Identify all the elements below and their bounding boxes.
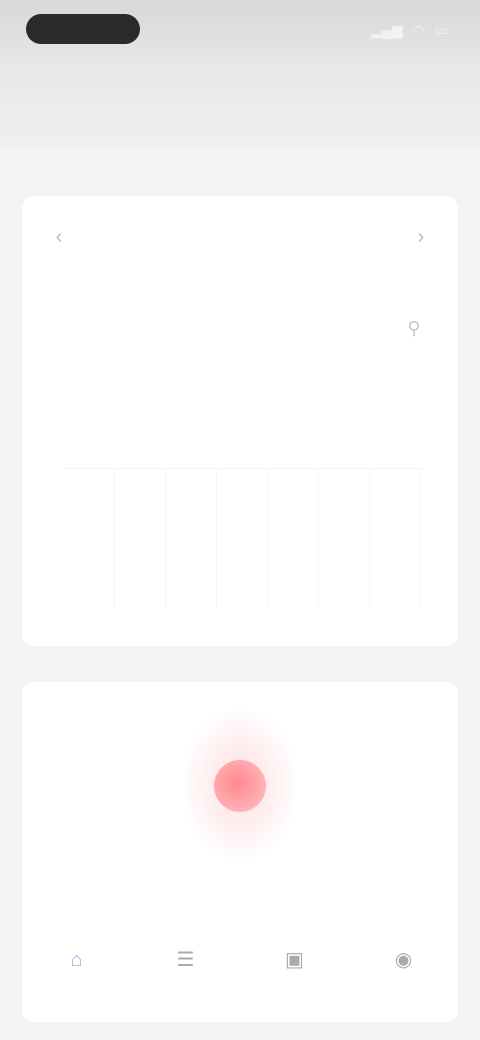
profile-icon: ◉ bbox=[394, 949, 413, 971]
chevron-left-icon: ‹ bbox=[55, 226, 63, 248]
status-icons: ▂▄▆ ◠ ▭ bbox=[371, 22, 448, 39]
calendar-day[interactable] bbox=[115, 424, 166, 446]
calendar-day[interactable] bbox=[167, 482, 218, 504]
calendar-filter-button[interactable]: ⚲ bbox=[398, 314, 430, 342]
nav-header bbox=[0, 64, 480, 148]
signal-icon: ▂▄▆ bbox=[371, 22, 403, 38]
previous-month-button[interactable]: ‹ bbox=[44, 222, 74, 252]
status-bar: ▂▄▆ ◠ ▭ bbox=[0, 0, 480, 64]
chevron-right-icon: › bbox=[417, 226, 425, 248]
tab-profile[interactable]: ◉ bbox=[369, 940, 439, 1004]
battery-icon: ▭ bbox=[434, 22, 448, 38]
list-icon: ☰ bbox=[176, 949, 195, 971]
calendar-day[interactable] bbox=[218, 424, 269, 446]
record-button[interactable] bbox=[184, 704, 296, 876]
chat-icon: ▣ bbox=[285, 949, 304, 971]
calendar-day[interactable] bbox=[167, 424, 218, 446]
page-title bbox=[130, 86, 356, 108]
app-screen: ▂▄▆ ◠ ▭ ‹ › ⚲ ⌂ ☰ ▣ ◉ bbox=[0, 0, 480, 1040]
tab-home[interactable]: ⌂ bbox=[42, 940, 112, 1004]
calendar-note bbox=[82, 576, 172, 594]
calendar-day[interactable] bbox=[270, 424, 321, 446]
calendar-day[interactable] bbox=[64, 424, 115, 446]
calendar-day[interactable] bbox=[64, 482, 115, 504]
bottom-tab-bar: ⌂ ☰ ▣ ◉ bbox=[22, 940, 458, 1022]
record-dot-icon bbox=[214, 760, 266, 812]
tab-chat[interactable]: ▣ bbox=[260, 940, 330, 1004]
home-icon: ⌂ bbox=[70, 949, 83, 971]
calendar-day[interactable] bbox=[321, 424, 372, 446]
calendar-day[interactable] bbox=[218, 482, 269, 504]
wifi-icon: ◠ bbox=[412, 22, 425, 38]
calendar-day[interactable] bbox=[115, 482, 166, 504]
sliders-icon: ⚲ bbox=[407, 317, 421, 338]
calendar-day[interactable] bbox=[373, 424, 424, 446]
record-caption bbox=[56, 904, 306, 924]
tab-list[interactable]: ☰ bbox=[151, 940, 221, 1004]
calendar-card: ‹ › ⚲ bbox=[22, 196, 458, 646]
next-month-button[interactable]: › bbox=[406, 222, 436, 252]
status-time-pill bbox=[26, 14, 140, 44]
calendar-header: ‹ › bbox=[22, 196, 458, 276]
calendar-days bbox=[64, 424, 424, 504]
